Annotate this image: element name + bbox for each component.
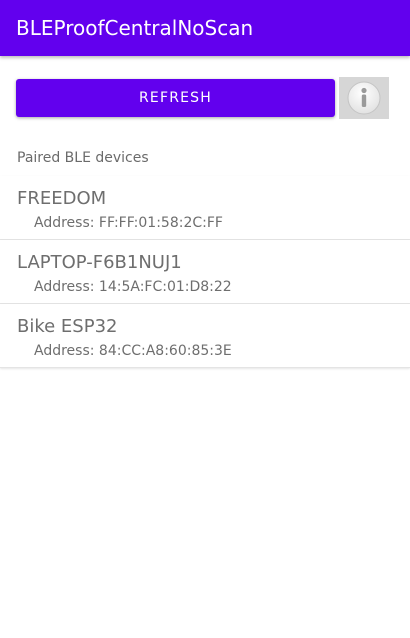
paired-devices-heading: Paired BLE devices xyxy=(17,150,149,166)
app-title: BLEProofCentralNoScan xyxy=(16,16,254,40)
device-address: Address: 14:5A:FC:01:D8:22 xyxy=(34,279,232,295)
list-item[interactable]: FREEDOM Address: FF:FF:01:58:2C:FF xyxy=(0,176,410,240)
list-item[interactable]: LAPTOP-F6B1NUJ1 Address: 14:5A:FC:01:D8:… xyxy=(0,240,410,304)
device-list: FREEDOM Address: FF:FF:01:58:2C:FF LAPTO… xyxy=(0,176,410,368)
device-address: Address: FF:FF:01:58:2C:FF xyxy=(34,215,223,231)
device-name: LAPTOP-F6B1NUJ1 xyxy=(17,252,182,273)
device-address: Address: 84:CC:A8:60:85:3E xyxy=(34,343,232,359)
list-item[interactable]: Bike ESP32 Address: 84:CC:A8:60:85:3E xyxy=(0,304,410,368)
device-name: Bike ESP32 xyxy=(17,316,118,337)
info-icon xyxy=(347,81,381,115)
refresh-button[interactable]: REFRESH xyxy=(16,79,335,117)
info-button[interactable] xyxy=(339,77,389,119)
app-bar: BLEProofCentralNoScan xyxy=(0,0,410,56)
device-name: FREEDOM xyxy=(17,188,107,209)
